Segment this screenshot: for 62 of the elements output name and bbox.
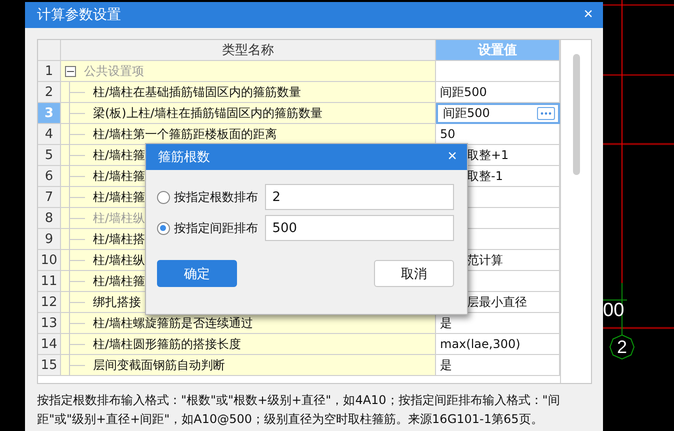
row-number[interactable]: 9 [38,229,61,250]
dimension-text: 00 [603,301,624,320]
setting-name: 柱/墙柱箍 [93,272,146,290]
setting-name: 柱/墙柱搭 [93,230,146,248]
row-number[interactable]: 6 [38,166,61,187]
dialog-title: 箍筋根数 [158,149,210,166]
setting-value: 取整+1 [467,146,509,164]
setting-name: 柱/墙柱纵 [93,210,146,226]
setting-value: 范计算 [467,252,503,268]
setting-name: 柱/墙柱箍 [93,168,146,184]
setting-name: 柱/墙柱纵 [93,252,146,268]
input-field[interactable]: 2 [265,184,454,210]
row-number[interactable]: 12 [38,292,61,313]
column-header[interactable]: 类型名称 [61,40,436,61]
setting-value: 是 [440,356,452,374]
confirm-button[interactable]: 确定 [157,260,237,287]
value-cell[interactable]: 是 [436,355,560,376]
radio-button[interactable] [157,190,170,204]
setting-name: 梁(板)上柱/墙柱在插筋锚固区内的箍筋数量 [93,104,322,122]
window-title: 计算参数设置 [37,6,121,24]
option-label[interactable]: 按指定根数排布 [174,188,266,206]
setting-value: 间距500 [443,104,490,122]
setting-name: 柱/墙柱在基础插筋锚固区内的箍筋数量 [93,84,302,100]
row-number[interactable]: 7 [38,187,61,208]
row-number[interactable]: 5 [38,145,61,166]
value-cell[interactable]: 间距500 [436,82,560,103]
row-number[interactable]: 15 [38,355,61,376]
more-button[interactable] [537,106,555,120]
setting-name: 柱/墙柱第一个箍筋距楼板面的距离 [93,126,278,142]
value-cell[interactable]: max(lae,300) [436,334,560,355]
setting-value: 50 [440,127,456,141]
close-button[interactable]: × [448,149,457,165]
setting-name: 柱/墙柱箍 [93,146,146,164]
setting-name: 绑扎搭接 [93,294,141,310]
axis-marker: 2 [609,334,635,360]
setting-value: 是 [440,314,452,332]
setting-value: max(lae,300) [440,337,520,351]
setting-name: 公共设置项 [84,62,144,80]
hint-text: 按指定根数排布输入格式："根数"或"根数+级别+直径"，如4A10；按指定间距排布输入格式："间距"或"级别+直径+间距"，如A10@500；级别直径为空时取柱箍筋。来源16G101-1第65页。 [37,392,561,428]
setting-value: 层最小直径 [467,294,527,310]
scrollbar-thumb[interactable] [572,54,580,175]
setting-value: 取整-1 [467,168,503,184]
ellipsis-icon [540,112,552,114]
option-label[interactable]: 按指定间距排布 [174,220,266,236]
row-number[interactable]: 2 [38,82,61,103]
setting-name: 柱/墙柱箍 [93,188,146,206]
input-field[interactable]: 500 [265,215,454,241]
setting-name: 层间变截面钢筋自动判断 [93,356,225,374]
setting-value: 间距500 [440,84,487,100]
row-number[interactable]: 14 [38,334,61,355]
radio-button[interactable] [157,222,170,234]
value-cell[interactable]: 是 [436,313,560,334]
value-cell[interactable] [436,61,560,82]
row-number[interactable]: 13 [38,313,61,334]
setting-name: 柱/墙柱圆形箍筋的搭接长度 [93,336,242,352]
setting-name: 柱/墙柱螺旋箍筋是否连续通过 [93,314,254,332]
cancel-button[interactable]: 取消 [374,260,454,287]
row-number[interactable]: 10 [38,250,61,271]
value-cell[interactable]: 间距500 [436,103,560,124]
close-button[interactable]: × [584,7,593,23]
row-number[interactable]: 4 [38,124,61,145]
row-number[interactable]: 11 [38,271,61,292]
